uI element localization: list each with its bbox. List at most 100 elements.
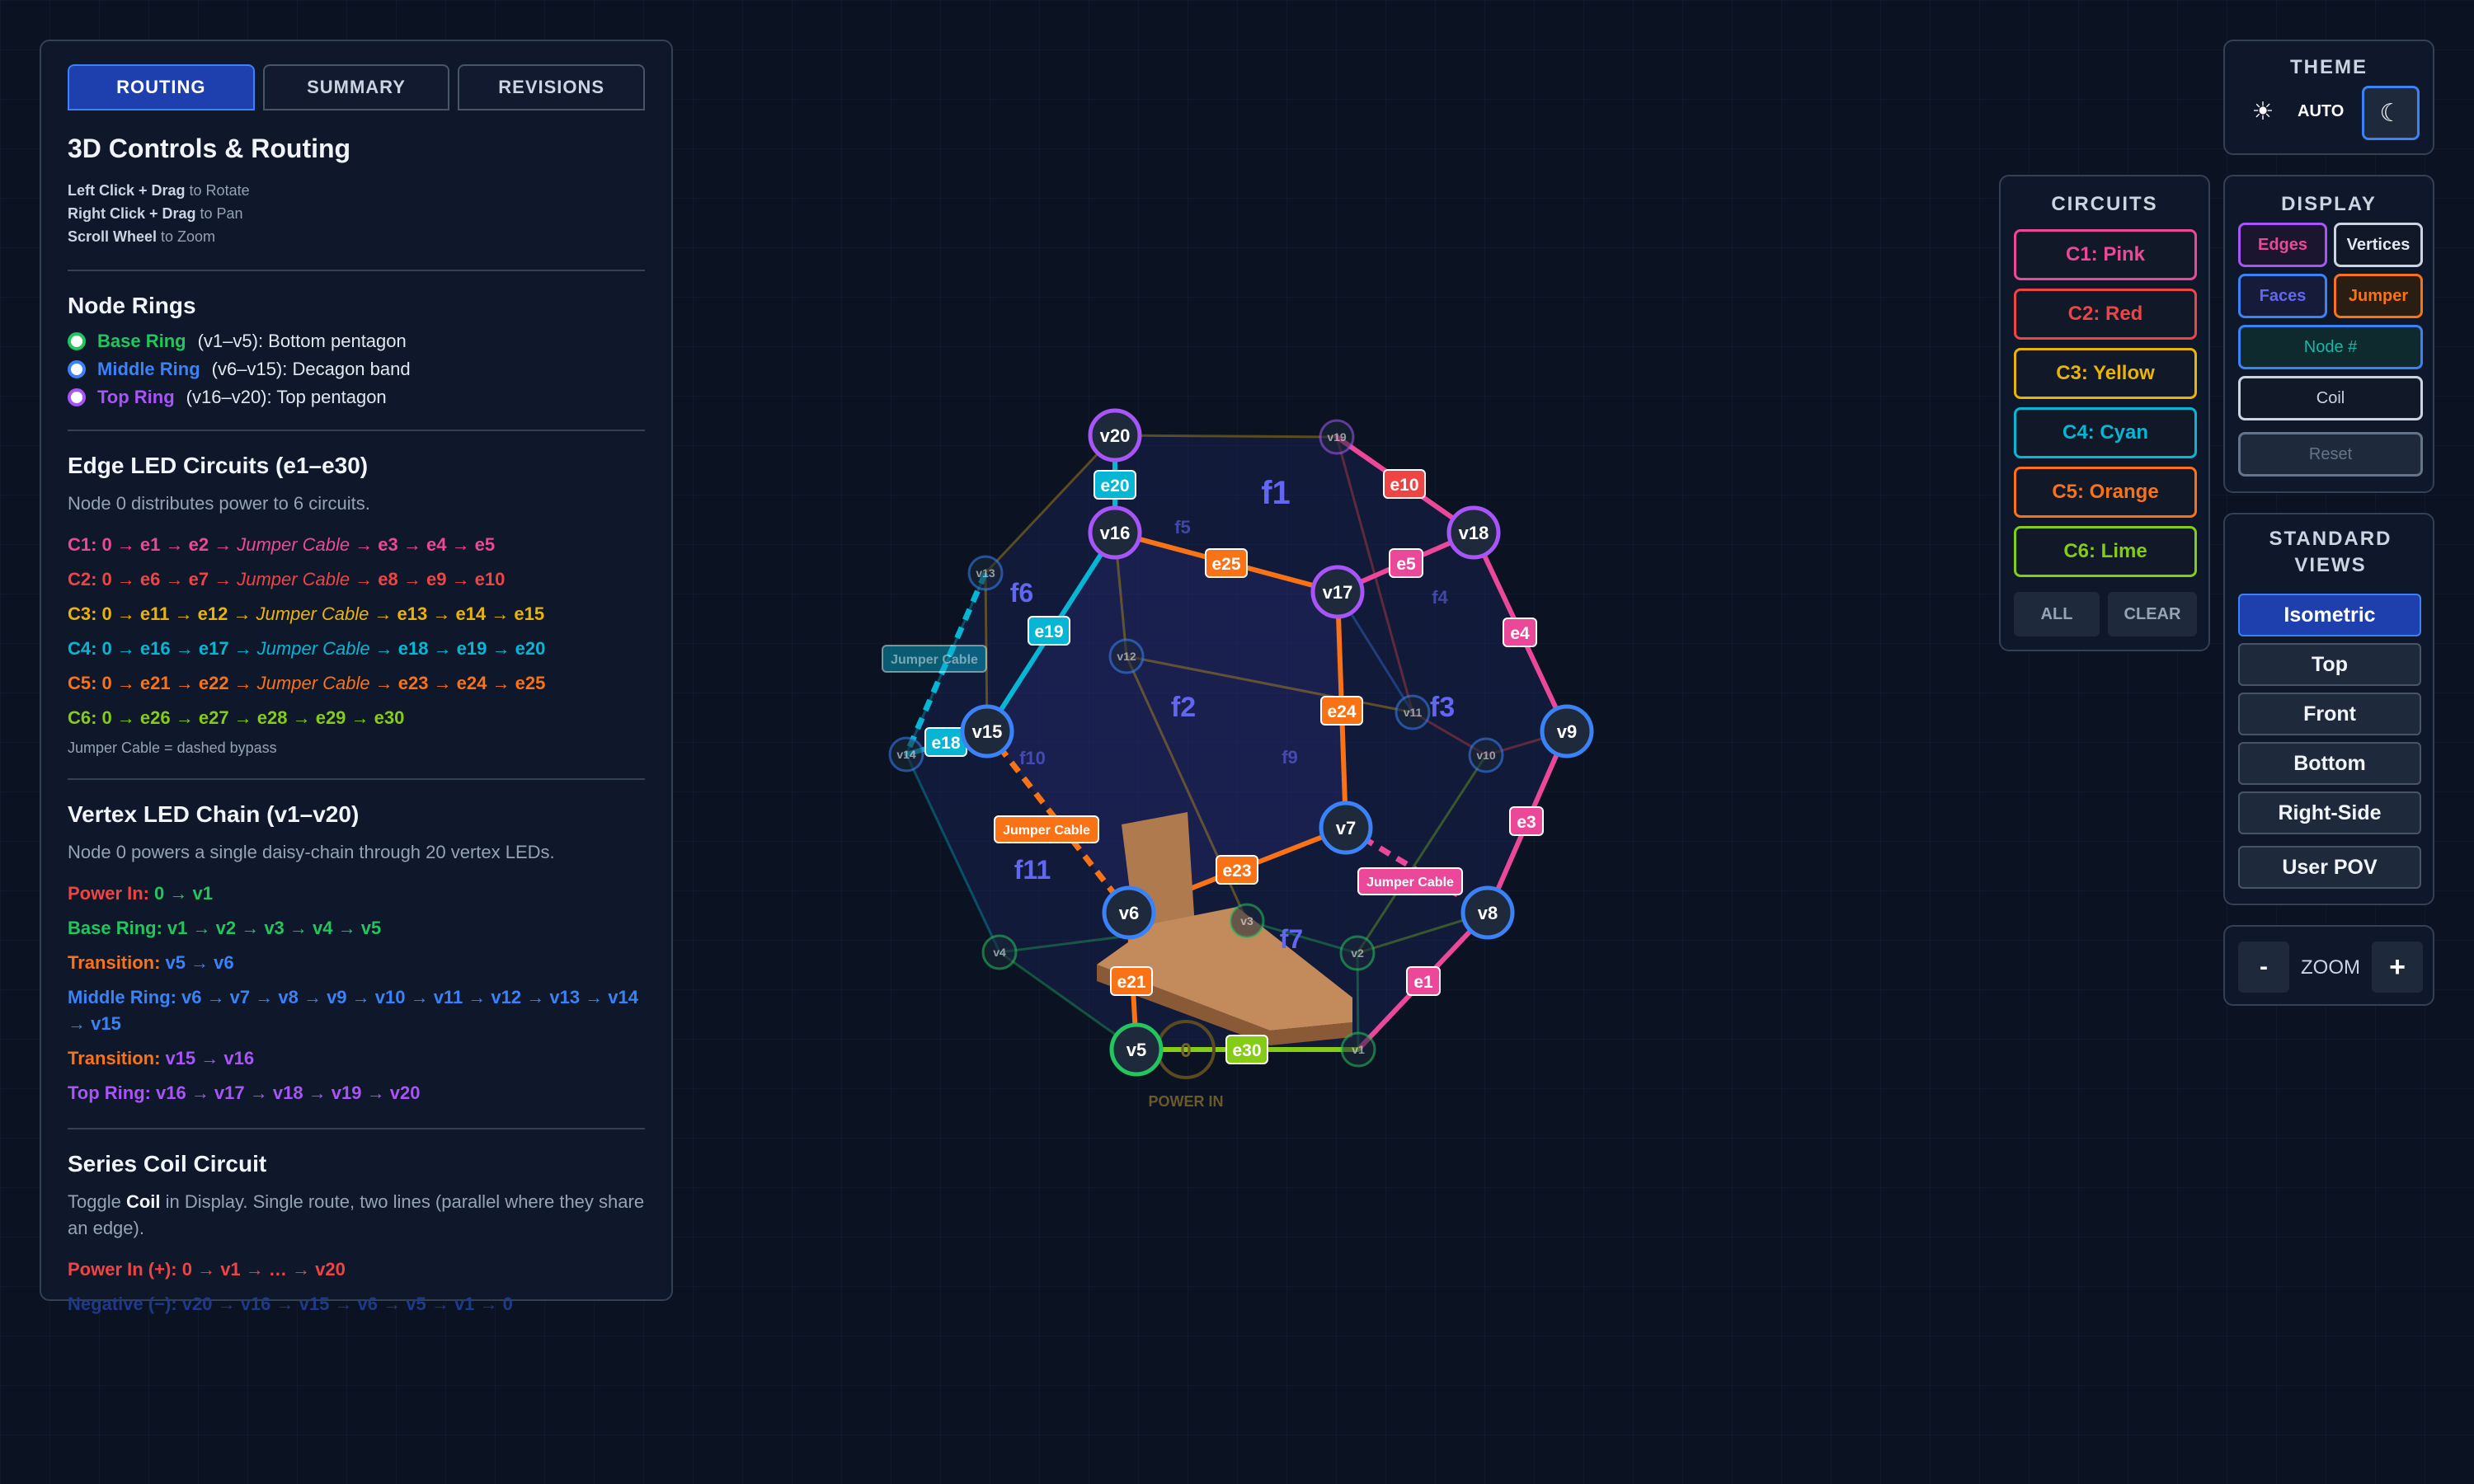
vertex-chain-list: Power In: 0 → v1 Base Ring: v1 → v2 → v3 → … <box>68 881 645 1106</box>
control-hint: Right Click + Drag to Pan <box>68 205 243 222</box>
clear-circuits-button[interactable]: CLEAR <box>2108 592 2197 636</box>
circuit-toggle-c4[interactable]: C4: Cyan <box>2014 407 2197 458</box>
zoom-in-button[interactable]: + <box>2372 942 2423 993</box>
vertex-label: v7 <box>1336 818 1356 838</box>
node-zero-label: 0 <box>1180 1040 1191 1062</box>
edge-circuit-list: C1: 0 → e1 → e2 → Jumper Cable → e3 → e4 → … <box>68 532 645 731</box>
vertex-label: v4 <box>993 946 1006 959</box>
face-label: f4 <box>1432 587 1448 608</box>
ring-item: Base Ring (v1–v5): Bottom pentagon <box>68 331 645 352</box>
view-right-side[interactable]: Right-Side <box>2238 791 2421 834</box>
circuit-line: C3: 0 → e11 → e12 → Jumper Cable → e13 → e1… <box>68 603 545 624</box>
edges-toggle[interactable]: Edges <box>2238 223 2327 267</box>
view-isometric[interactable]: Isometric <box>2238 594 2421 636</box>
edge-label-text: e3 <box>1517 813 1536 832</box>
jumper-cable-text: Jumper Cable <box>891 653 978 667</box>
edge-circuits-title: Edge LED Circuits (e1–e30) <box>68 453 369 478</box>
face-label: f6 <box>1010 578 1033 608</box>
edge-label-text: e21 <box>1117 973 1145 992</box>
jumper-toggle[interactable]: Jumper <box>2334 274 2423 318</box>
dark-theme-icon[interactable]: ☾ <box>2362 86 2420 140</box>
theme-panel: THEME ☀ AUTO ☾ <box>2223 40 2434 155</box>
jumper-note: Jumper Cable = dashed bypass <box>68 740 277 756</box>
coil-toggle[interactable]: Coil <box>2238 376 2423 420</box>
chain-line: Power In: 0 → v1 <box>68 883 213 904</box>
edge-label-text: e23 <box>1222 862 1251 881</box>
circuit-line: C4: 0 → e16 → e17 → Jumper Cable → e18 → e1… <box>68 638 546 659</box>
divider <box>68 1128 645 1129</box>
vertices-toggle[interactable]: Vertices <box>2334 223 2423 267</box>
controls-title: 3D Controls & Routing <box>68 134 351 163</box>
circuit-toggle-c3[interactable]: C3: Yellow <box>2014 348 2197 399</box>
circuit-toggle-c2[interactable]: C2: Red <box>2014 289 2197 340</box>
tab-summary[interactable]: SUMMARY <box>262 64 450 110</box>
chain-line: Middle Ring: v6 → v7 → v8 → v9 → v10 → v1… <box>68 987 638 1034</box>
edge-label-text: e5 <box>1396 555 1416 574</box>
tab-revisions[interactable]: REVISIONS <box>458 64 646 110</box>
node-number-toggle[interactable]: Node # <box>2238 325 2423 369</box>
standard-views-panel: STANDARD VIEWS Isometric Top Front Bottom Ri… <box>2223 513 2434 905</box>
circuit-toggle-c6[interactable]: C6: Lime <box>2014 526 2197 577</box>
circuit-toggle-c1[interactable]: C1: Pink <box>2014 229 2197 280</box>
circuit-line: C5: 0 → e21 → e22 → Jumper Cable → e23 → e2… <box>68 673 546 693</box>
circuit-toggle-c5[interactable]: C5: Orange <box>2014 467 2197 518</box>
vertex-label: v16 <box>1100 523 1131 543</box>
standard-views-title: STANDARD VIEWS <box>2269 528 2392 576</box>
tab-routing[interactable]: ROUTING <box>68 64 255 110</box>
jumper-cable-text: Jumper Cable <box>1366 876 1454 890</box>
edge-label-text: e24 <box>1327 702 1356 721</box>
light-theme-icon[interactable]: ☀ <box>2246 97 2279 126</box>
chain-line: Transition: v5 → v6 <box>68 952 234 973</box>
all-circuits-button[interactable]: ALL <box>2014 592 2100 636</box>
face-label: f9 <box>1282 747 1298 768</box>
vertex-label: v1 <box>1352 1043 1365 1056</box>
control-hint: Scroll Wheel to Zoom <box>68 228 216 245</box>
face-label: f3 <box>1430 692 1455 723</box>
ring-dot-icon <box>68 360 86 378</box>
vertex-label: v17 <box>1323 582 1353 603</box>
vertex-label: v8 <box>1478 903 1498 923</box>
zoom-panel: - ZOOM + <box>2223 925 2434 1006</box>
chain-line: Transition: v15 → v16 <box>68 1048 255 1068</box>
vertex-label: v12 <box>1117 650 1136 663</box>
jumper-cable-text: Jumper Cable <box>1003 824 1090 838</box>
vertex-label: v5 <box>1126 1040 1146 1060</box>
vertex-chain-title: Vertex LED Chain (v1–v20) <box>68 801 360 827</box>
vertex-label: v9 <box>1557 721 1577 742</box>
routing-info-panel: ROUTING SUMMARY REVISIONS 3D Controls & … <box>40 40 673 1314</box>
display-title: DISPLAY <box>2281 193 2377 215</box>
circuit-line: C6: 0 → e26 → e27 → e28 → e29 → e30 <box>68 707 405 728</box>
faces-toggle[interactable]: Faces <box>2238 274 2327 318</box>
view-bottom[interactable]: Bottom <box>2238 742 2421 785</box>
vertex-label: v15 <box>972 721 1003 742</box>
power-in-label: POWER IN <box>1148 1093 1223 1110</box>
chain-line: Top Ring: v16 → v17 → v18 → v19 → v20 <box>68 1082 421 1103</box>
vertex-label: v20 <box>1100 425 1131 446</box>
chain-line: Base Ring: v1 → v2 → v3 → v4 → v5 <box>68 918 382 938</box>
face-label: f2 <box>1171 692 1196 723</box>
theme-title: THEME <box>2290 56 2368 78</box>
circuits-title: CIRCUITS <box>2051 193 2158 215</box>
face-label: f1 <box>1261 475 1291 511</box>
reset-button[interactable]: Reset <box>2238 432 2423 477</box>
node-rings-list: Base Ring (v1–v5): Bottom pentagon Middle … <box>68 331 645 408</box>
zoom-label: ZOOM <box>2301 956 2360 979</box>
back-edge <box>1114 434 1338 439</box>
face-label: f7 <box>1280 924 1303 954</box>
view-user-pov[interactable]: User POV <box>2238 846 2421 889</box>
coil-title: Series Coil Circuit <box>68 1151 267 1176</box>
auto-theme-button[interactable]: AUTO <box>2298 102 2344 121</box>
dodecahedron-3d-view[interactable]: 0 POWER IN e20 e19 e18 e25 e24 e23 e21 e10 e5 e4 e3 e… <box>858 387 1649 1129</box>
circuits-panel: CIRCUITS C1: Pink C2: Red C3: Yellow C4: Cy… <box>1999 175 2210 651</box>
view-top[interactable]: Top <box>2238 643 2421 686</box>
face-label: f5 <box>1174 517 1191 538</box>
zoom-out-button[interactable]: - <box>2238 942 2289 993</box>
view-front[interactable]: Front <box>2238 693 2421 735</box>
coil-desc: Toggle Coil in Display. Single route, tw… <box>68 1191 645 1238</box>
ring-dot-icon <box>68 388 86 406</box>
ring-item: Middle Ring (v6–v15): Decagon band <box>68 359 645 380</box>
vertex-chain-desc: Node 0 powers a single daisy-chain throu… <box>68 842 555 862</box>
face-label: f10 <box>1019 748 1046 768</box>
ring-dot-icon <box>68 332 86 350</box>
edge-label-text: e25 <box>1211 555 1240 574</box>
